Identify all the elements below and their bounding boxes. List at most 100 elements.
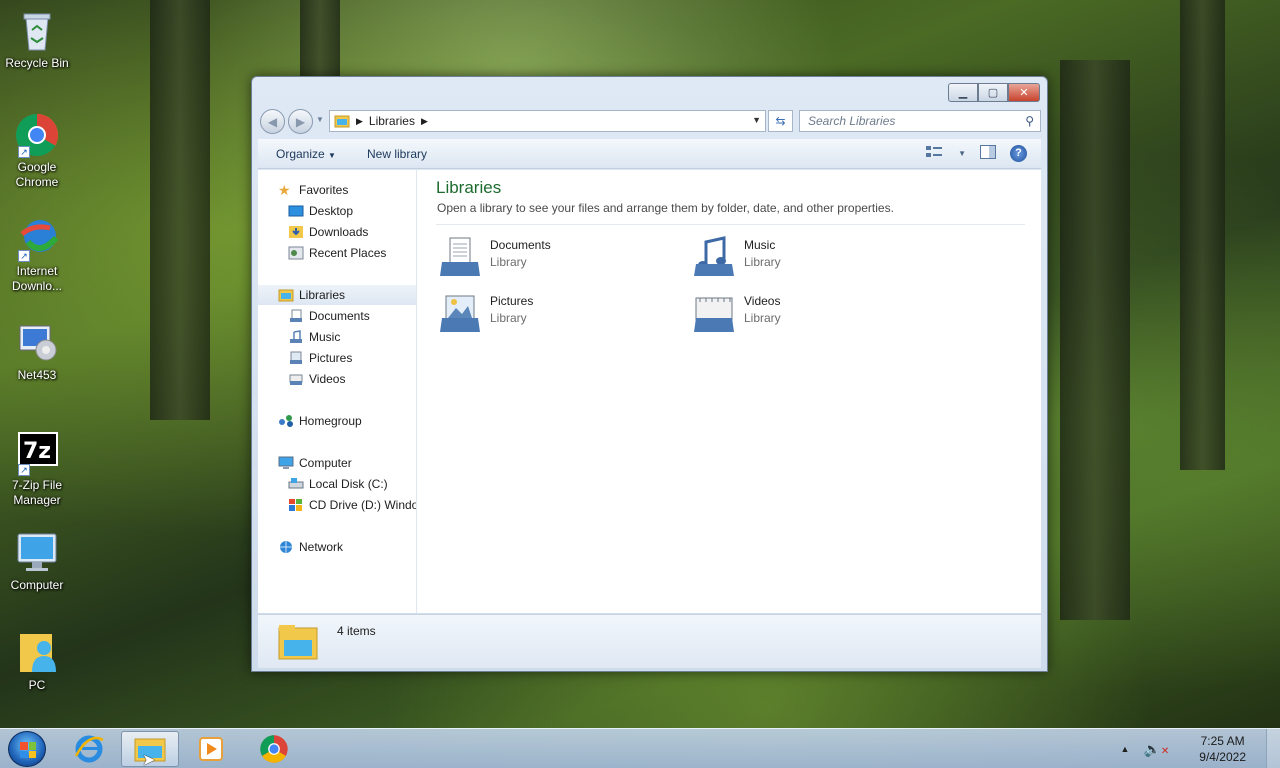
desktop-icon-label: PC (28, 678, 46, 692)
explorer-window[interactable]: ▁ ▢ ✕ ◀ ▶ ▼ ▶ Libraries ▶ ▼ ⇆ Search Lib… (251, 76, 1048, 672)
nav-network[interactable]: Network (258, 537, 416, 557)
desktop-icon-net453[interactable]: Net453 (4, 320, 70, 383)
close-button[interactable]: ✕ (1008, 83, 1040, 102)
shortcut-arrow-icon: ↗ (18, 146, 30, 158)
show-hidden-icons-button[interactable]: ▲ (1121, 744, 1130, 754)
minimize-icon: ▁ (958, 87, 968, 99)
maximize-icon: ▢ (987, 87, 999, 99)
system-clock[interactable]: 7:25 AM 9/4/2022 (1199, 733, 1246, 765)
nav-libraries[interactable]: Libraries (258, 285, 416, 305)
show-desktop-button[interactable] (1266, 729, 1280, 768)
preview-pane-button[interactable] (980, 145, 996, 162)
nav-label: Favorites (299, 183, 349, 197)
desktop-icon-pc[interactable]: PC (4, 630, 70, 693)
back-arrow-icon: ◀ (267, 114, 278, 129)
documents-library-icon (440, 237, 480, 276)
library-item-music[interactable]: Music Library (692, 236, 781, 278)
desktop-icon-internet-download-manager[interactable]: ↗ Internet Downlo... (4, 216, 70, 294)
nav-documents[interactable]: Documents (258, 306, 416, 326)
desktop-icon-label: Internet Downlo... (11, 264, 63, 293)
downloads-icon (289, 226, 303, 238)
nav-homegroup[interactable]: Homegroup (258, 411, 416, 431)
address-bar[interactable]: ▶ Libraries ▶ ▼ (329, 110, 766, 132)
nav-label: Videos (309, 372, 346, 386)
nav-label: Homegroup (299, 414, 362, 428)
nav-downloads[interactable]: Downloads (258, 222, 416, 242)
library-item-pictures[interactable]: Pictures Library (438, 292, 533, 334)
star-icon: ★ (278, 182, 291, 198)
computer-icon (278, 456, 294, 469)
nav-label: Documents (309, 309, 370, 323)
breadcrumb-libraries[interactable]: Libraries (369, 114, 415, 128)
system-tray: ▲ 🔈✕ 7:25 AM 9/4/2022 (1121, 729, 1280, 768)
breadcrumb-chevron-icon[interactable]: ▶ (421, 116, 428, 127)
windows-logo-icon (289, 499, 302, 511)
chrome-icon (260, 735, 288, 763)
change-view-button[interactable] (926, 145, 944, 162)
nav-videos[interactable]: Videos (258, 369, 416, 389)
nav-desktop[interactable]: Desktop (258, 201, 416, 221)
minimize-button[interactable]: ▁ (948, 83, 978, 102)
address-dropdown-icon[interactable]: ▼ (752, 115, 761, 125)
forward-button[interactable]: ▶ (288, 109, 313, 134)
desktop-icon-computer[interactable]: Computer (4, 530, 70, 593)
desktop-icon-label: Recycle Bin (5, 56, 69, 70)
desktop-icon-google-chrome[interactable]: ↗ Google Chrome (4, 112, 70, 190)
recent-places-icon (288, 246, 304, 260)
mouse-cursor-icon: ➤ (142, 752, 156, 768)
nav-favorites[interactable]: ★ Favorites (258, 180, 416, 200)
videos-icon (289, 374, 303, 385)
net453-icon (14, 320, 60, 366)
libraries-large-icon (278, 625, 318, 660)
help-icon[interactable]: ? (1010, 145, 1027, 162)
page-subtitle: Open a library to see your files and arr… (437, 201, 894, 215)
library-item-videos[interactable]: Videos Library (692, 292, 781, 334)
library-item-documents[interactable]: Documents Library (438, 236, 551, 278)
navigation-pane: ★ Favorites Desktop Downloads Recent Pla… (258, 170, 417, 613)
nav-label: Libraries (299, 288, 346, 302)
preview-pane-icon (980, 145, 996, 159)
volume-muted-icon[interactable]: 🔈✕ (1143, 741, 1169, 758)
close-icon: ✕ (1019, 87, 1029, 99)
start-button[interactable] (8, 731, 46, 767)
taskbar-google-chrome[interactable] (245, 731, 303, 767)
documents-icon (290, 309, 302, 322)
pictures-icon (290, 351, 302, 364)
clock-time: 7:25 AM (1200, 734, 1245, 748)
shortcut-arrow-icon: ↗ (18, 464, 30, 476)
refresh-button[interactable]: ⇆ (768, 110, 793, 132)
library-name: Music (744, 238, 776, 252)
homegroup-icon (279, 415, 293, 427)
desktop-icon-recycle-bin[interactable]: Recycle Bin (4, 8, 70, 71)
nav-label: Network (299, 540, 344, 554)
nav-pictures[interactable]: Pictures (258, 348, 416, 368)
nav-local-disk[interactable]: Local Disk (C:) (258, 474, 416, 494)
svg-text:7z: 7z (23, 439, 51, 464)
organize-button[interactable]: Organize ▼ (276, 147, 336, 161)
back-button[interactable]: ◀ (260, 109, 285, 134)
desktop-icon-7zip[interactable]: 7z ↗ 7-Zip File Manager (4, 430, 70, 508)
details-pane: 4 items (258, 614, 1041, 668)
taskbar-internet-explorer[interactable] (60, 731, 118, 767)
search-placeholder: Search Libraries (808, 114, 896, 128)
recent-pages-dropdown[interactable]: ▼ (316, 115, 324, 124)
view-options-chevron-icon[interactable]: ▼ (958, 149, 966, 158)
organize-label: Organize (276, 147, 325, 161)
nav-cd-drive[interactable]: CD Drive (D:) Windo (258, 495, 416, 515)
search-input[interactable]: Search Libraries ⚲ (799, 110, 1041, 132)
nav-label: Downloads (309, 225, 369, 239)
desktop-icon-label: Computer (10, 578, 64, 592)
maximize-button[interactable]: ▢ (978, 83, 1008, 102)
new-library-button[interactable]: New library (367, 147, 427, 161)
taskbar-media-player[interactable] (182, 731, 240, 767)
navigation-bar: ◀ ▶ ▼ ▶ Libraries ▶ ▼ ⇆ Search Libraries… (258, 107, 1041, 135)
nav-recent-places[interactable]: Recent Places (258, 243, 416, 263)
7zip-icon: 7z ↗ (14, 430, 60, 476)
taskbar-windows-explorer[interactable]: ➤ (121, 731, 179, 768)
hard-drive-icon (288, 478, 304, 489)
nav-music[interactable]: Music (258, 327, 416, 347)
nav-computer[interactable]: Computer (258, 453, 416, 473)
search-icon[interactable]: ⚲ (1025, 114, 1034, 128)
shortcut-arrow-icon: ↗ (18, 250, 30, 262)
library-type: Library (744, 255, 781, 269)
